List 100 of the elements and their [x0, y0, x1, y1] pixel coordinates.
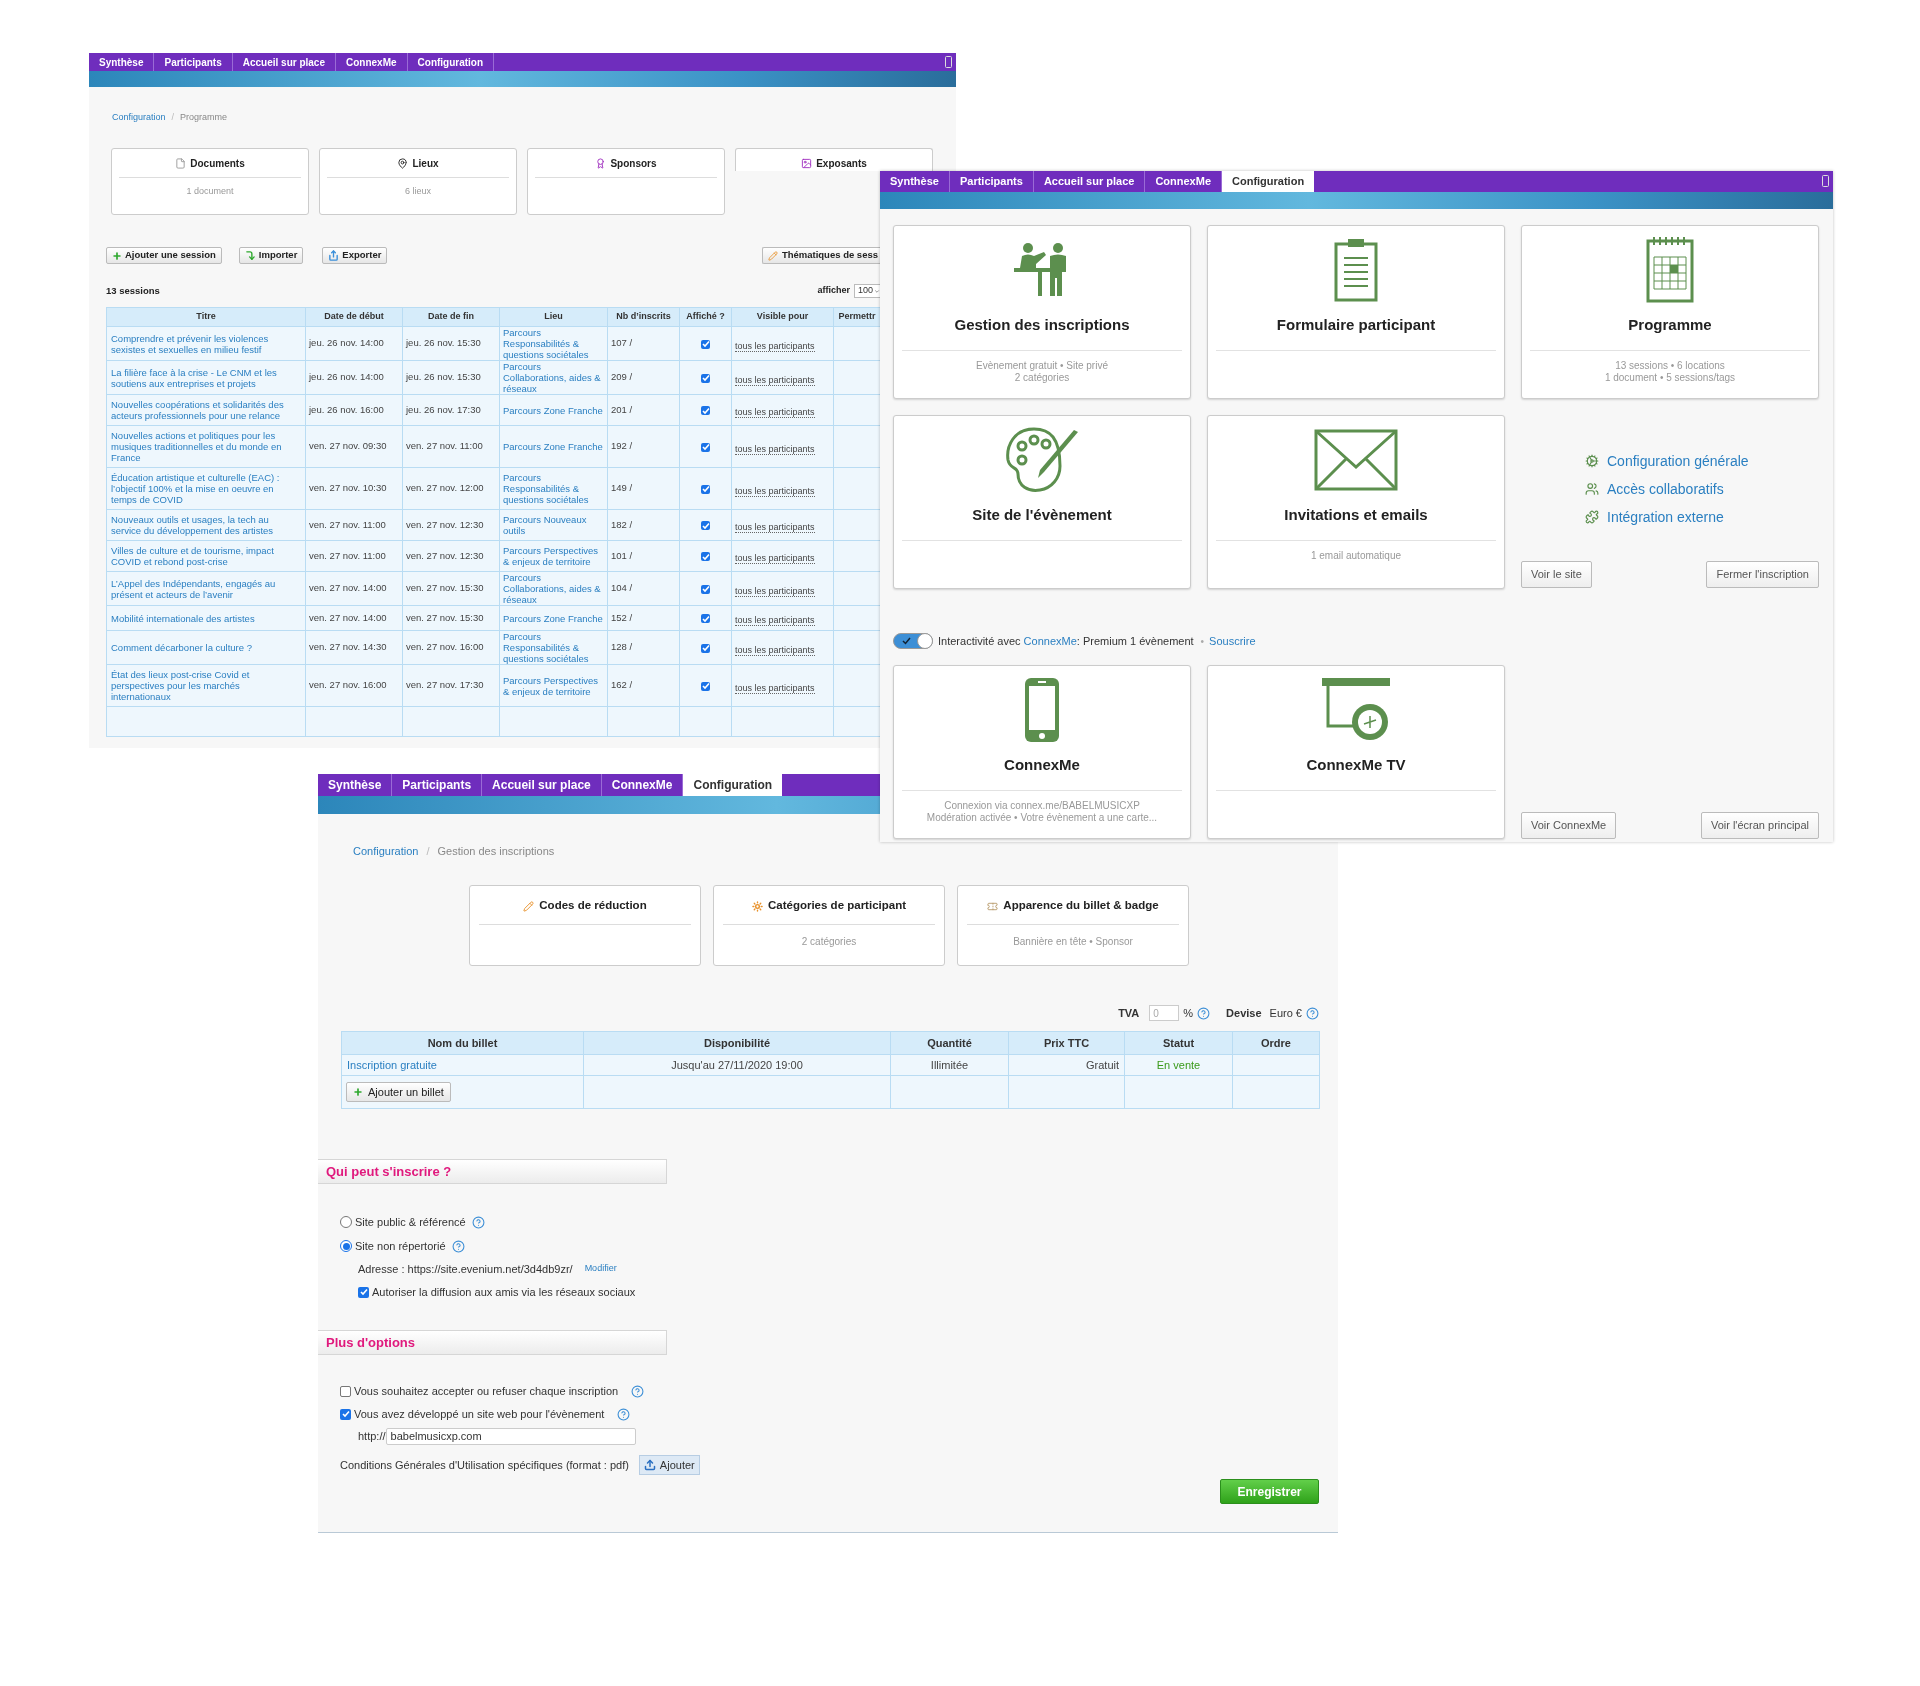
column-header[interactable]: Date de début	[305, 307, 403, 327]
column-header: Quantité	[890, 1031, 1009, 1055]
help-icon[interactable]	[1197, 1006, 1211, 1020]
session-title[interactable]: Éducation artistique et culturelle (EAC) : l’objectif 100% et la mise en oeuvre en temps de COVID	[106, 467, 306, 510]
checkbox[interactable]	[701, 521, 710, 531]
upload-button[interactable]: Ajouter	[638, 1455, 700, 1475]
checkbox[interactable]	[340, 1408, 351, 1420]
place-link[interactable]: Parcours Zone Franche	[499, 394, 608, 426]
section-card[interactable]: Sponsors	[527, 148, 725, 215]
column-header: Disponibilité	[583, 1031, 891, 1055]
place-link[interactable]: Parcours Collaborations, aides & réseaux	[499, 571, 608, 606]
place-link[interactable]: Parcours Perspectives & enjeux de territoire	[499, 664, 608, 707]
module-card[interactable]: ConnexMe Connexion via connex.me/BABELMUSICXP Modération activée • Votre évènement a une carte...	[893, 665, 1191, 839]
add-ticket-button[interactable]: Ajouter un billet	[346, 1082, 451, 1102]
module-card[interactable]: Formulaire participant	[1207, 225, 1505, 399]
phone-icon[interactable]	[1822, 175, 1829, 187]
place-link[interactable]: Parcours Responsabilités & questions sociétales	[499, 467, 608, 510]
card-title: Site de l'évènement	[972, 506, 1112, 524]
place-link[interactable]: Parcours Responsabilités & questions sociétales	[499, 326, 608, 361]
action-button[interactable]: Ajouter une session	[106, 247, 222, 264]
session-title[interactable]: Nouveaux outils et usages, la tech au service du développement des artistes	[106, 509, 306, 541]
session-title[interactable]: Comment décarboner la culture ?	[106, 630, 306, 665]
settings-link[interactable]: Configuration générale	[1607, 450, 1749, 472]
help-icon[interactable]	[471, 1215, 485, 1229]
website-field[interactable]: babelmusicxp.com	[385, 1427, 636, 1445]
settings-link[interactable]: Accès collaboratifs	[1607, 478, 1724, 500]
card-subtitle: Modération activée • Votre évènement a une carte...	[926, 812, 1158, 824]
checkbox[interactable]	[701, 552, 710, 562]
themes-button[interactable]: Thématiques de sess	[761, 247, 880, 264]
column-header[interactable]: Visible pour	[731, 307, 834, 327]
module-card[interactable]: Programme 13 sessions • 6 locations 1 document • 5 sessions/tags	[1521, 225, 1819, 399]
end-date: ven. 27 nov. 15:30	[402, 571, 500, 606]
section-card[interactable]: Lieux 6 lieux	[319, 148, 517, 215]
puzzle-icon	[1585, 510, 1599, 524]
session-title[interactable]: La filière face à la crise - Le CNM et les soutiens aux entreprises et projets	[106, 360, 306, 395]
radio-label[interactable]: Site public & référencé	[355, 1213, 466, 1231]
help-icon[interactable]	[451, 1239, 465, 1253]
column-header[interactable]: Lieu	[499, 307, 608, 327]
page-size-select[interactable]: 100	[854, 284, 880, 298]
section-card[interactable]: Codes de réduction	[469, 885, 701, 966]
card-title: Documents	[190, 156, 245, 171]
column-header[interactable]: Nb d’inscrits	[607, 307, 680, 327]
module-card[interactable]: Site de l'évènement	[893, 415, 1191, 589]
place-link[interactable]: Parcours Nouveaux outils	[499, 509, 608, 541]
help-icon[interactable]	[617, 1407, 631, 1421]
session-title[interactable]: Nouvelles coopérations et solidarités des acteurs professionnels pour une relance	[106, 394, 306, 426]
checkbox-label[interactable]: Vous avez développé un site web pour l'évènement	[354, 1405, 605, 1423]
nav-tab[interactable]: Configuration	[683, 774, 783, 796]
session-title[interactable]: Mobilité internationale des artistes	[106, 605, 306, 631]
phone-icon[interactable]	[945, 56, 952, 68]
session-title[interactable]: Comprendre et prévenir les violences sexistes et sexuelles en milieu festif	[106, 326, 306, 361]
view-site-button[interactable]: Voir le site	[1521, 561, 1592, 588]
section-card[interactable]: Apparence du billet & badge Bannière en tête • Sponsor	[957, 885, 1189, 966]
session-title[interactable]: Nouvelles actions et politiques pour les musiques traditionnelles et du monde en France	[106, 425, 306, 468]
session-title[interactable]: L’Appel des Indépendants, engagés au présent et acteurs de l’avenir	[106, 571, 306, 606]
breadcrumb-link[interactable]: Configuration	[112, 111, 166, 125]
radio-button[interactable]	[340, 1240, 352, 1252]
column-header[interactable]: Date de fin	[402, 307, 500, 327]
module-card[interactable]: ConnexMe TV	[1207, 665, 1505, 839]
card-title: ConnexMe TV	[1306, 756, 1406, 774]
radio-label[interactable]: Site non répertorié	[355, 1237, 446, 1255]
session-title[interactable]: État des lieux post-crise Covid et perspectives pour les marchés internationaux	[106, 664, 306, 707]
checkbox-label[interactable]: Vous souhaitez accepter ou refuser chaque inscription	[354, 1382, 619, 1400]
close-registration-button[interactable]: Fermer l'inscription	[1706, 561, 1819, 588]
radio-button[interactable]	[340, 1216, 352, 1228]
checkbox[interactable]	[358, 1286, 369, 1298]
ticket-name-link[interactable]: Inscription gratuite	[341, 1054, 584, 1076]
subscribe-link[interactable]: Souscrire	[1209, 632, 1256, 650]
connexme-link[interactable]: ConnexMe	[1023, 634, 1077, 647]
place-link[interactable]: Parcours Zone Franche	[499, 605, 608, 631]
place-link[interactable]: Parcours Zone Franche	[499, 425, 608, 468]
place-link[interactable]: Parcours Responsabilités & questions sociétales	[499, 630, 608, 665]
checkbox-label[interactable]: Autoriser la diffusion aux amis via les réseaux sociaux	[372, 1283, 636, 1301]
section-card[interactable]: Catégories de participant 2 catégories	[713, 885, 945, 966]
terms-label: Conditions Générales d'Utilisation spécifiques (format : pdf)	[340, 1457, 629, 1473]
checkbox[interactable]	[340, 1385, 351, 1397]
help-icon[interactable]	[631, 1384, 645, 1398]
nav-tab[interactable]: Configuration	[1222, 171, 1315, 192]
modify-link[interactable]: Modifier	[584, 1262, 617, 1276]
session-title[interactable]: Villes de culture et de tourisme, impact COVID et rebond post-crise	[106, 540, 306, 572]
breadcrumb-current: Programme	[180, 111, 228, 125]
section-card[interactable]: Exposants	[735, 148, 933, 171]
action-button[interactable]: Importer	[238, 247, 304, 264]
checkbox[interactable]	[701, 614, 710, 624]
column-header[interactable]: Affiché ?	[679, 307, 732, 327]
breadcrumb-link[interactable]: Configuration	[353, 842, 419, 860]
toggle-switch[interactable]	[893, 633, 933, 649]
view-connexme-button[interactable]: Voir ConnexMe	[1521, 812, 1617, 839]
settings-link[interactable]: Intégration externe	[1607, 506, 1724, 528]
place-link[interactable]: Parcours Collaborations, aides & réseaux	[499, 360, 608, 395]
help-icon[interactable]	[1306, 1006, 1319, 1020]
checkbox[interactable]	[701, 406, 710, 416]
action-button[interactable]: Exporter	[322, 247, 388, 264]
module-card[interactable]: Invitations et emails 1 email automatique	[1207, 415, 1505, 589]
start-date: jeu. 26 nov. 14:00	[305, 326, 403, 361]
place-link[interactable]: Parcours Perspectives & enjeux de territoire	[499, 540, 608, 572]
module-card[interactable]: Gestion des inscriptions Evènement gratuit • Site privé 2 catégories	[893, 225, 1191, 399]
section-card[interactable]: Documents 1 document	[111, 148, 309, 215]
column-header[interactable]: Titre	[106, 307, 306, 327]
view-main-screen-button[interactable]: Voir l'écran principal	[1700, 812, 1819, 839]
